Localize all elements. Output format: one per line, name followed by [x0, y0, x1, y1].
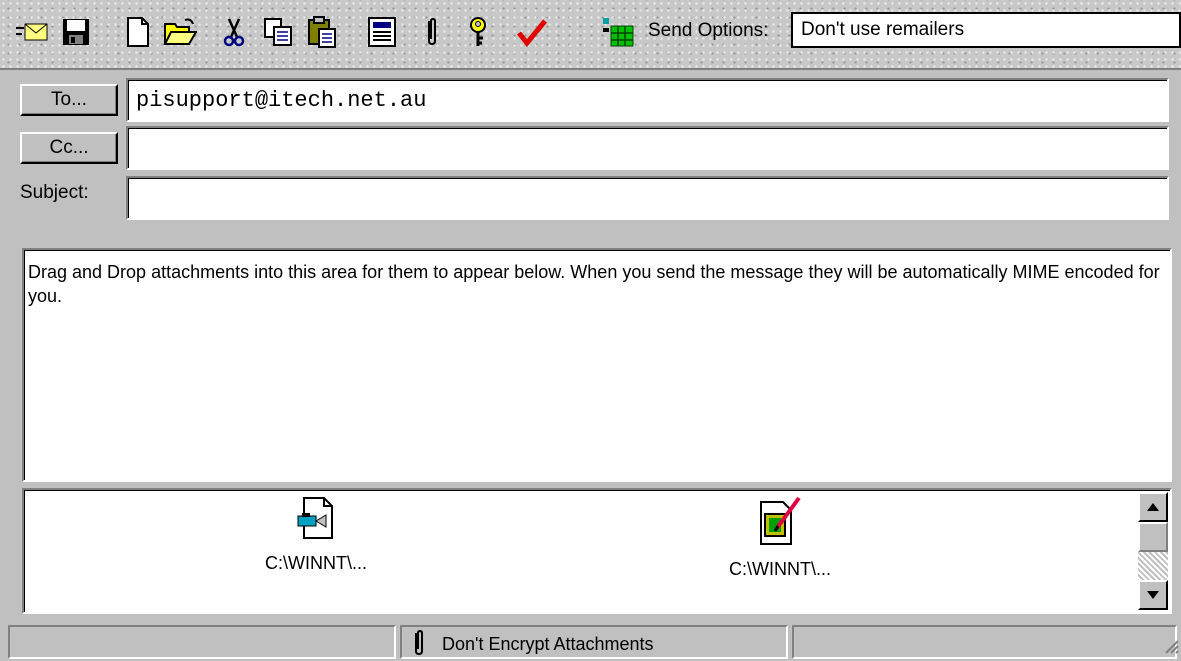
encrypt-attachments-status[interactable]: Don't Encrypt Attachments — [442, 634, 654, 655]
scroll-down-button[interactable] — [1138, 580, 1168, 610]
open-folder-icon[interactable] — [162, 14, 198, 50]
status-panel-right — [792, 625, 1177, 659]
arrow-down-icon — [1147, 591, 1159, 599]
attachment-name: C:\WINNT\... — [729, 559, 831, 579]
message-body[interactable]: Drag and Drop attachments into this area… — [22, 248, 1172, 482]
image-file-icon — [757, 496, 803, 550]
video-file-icon — [296, 497, 336, 544]
to-field[interactable]: pisupport@itech.net.au — [126, 78, 1169, 122]
check-icon[interactable] — [514, 14, 550, 50]
send-options-select[interactable]: Don't use remailers — [791, 12, 1181, 48]
key-icon[interactable] — [460, 14, 496, 50]
new-document-icon[interactable] — [120, 14, 156, 50]
status-panel-left — [8, 625, 396, 659]
cut-icon[interactable] — [216, 14, 252, 50]
subject-field[interactable] — [126, 176, 1169, 220]
scroll-up-button[interactable] — [1138, 492, 1168, 522]
paperclip-icon — [412, 629, 426, 661]
resize-grip-icon[interactable] — [1161, 636, 1179, 659]
send-options-label: Send Options: — [648, 20, 769, 41]
paste-icon[interactable] — [304, 14, 340, 50]
arrow-up-icon — [1147, 503, 1159, 511]
save-icon[interactable] — [58, 14, 94, 50]
grid-icon[interactable] — [600, 14, 636, 50]
envelope-icon[interactable] — [14, 14, 50, 50]
attachment-name: C:\WINNT\... — [265, 553, 367, 573]
attachments-scrollbar[interactable] — [1138, 492, 1168, 610]
subject-label: Subject: — [20, 182, 89, 203]
to-button[interactable]: To... — [20, 84, 118, 116]
copy-icon[interactable] — [260, 14, 296, 50]
paperclip-icon[interactable] — [414, 14, 450, 50]
status-bar: Don't Encrypt Attachments — [0, 621, 1181, 661]
scroll-thumb[interactable] — [1138, 522, 1168, 552]
cc-button[interactable]: Cc... — [20, 132, 118, 164]
cc-field[interactable] — [126, 126, 1169, 170]
toolbar: Send Options: Don't use remailers — [0, 0, 1181, 70]
attachments-panel[interactable]: C:\WINNT\... C:\WINNT\... — [22, 488, 1172, 614]
attachment-item[interactable]: C:\WINNT\... — [216, 496, 416, 574]
attachment-item[interactable]: C:\WINNT\... — [680, 496, 880, 580]
address-book-icon[interactable] — [364, 14, 400, 50]
